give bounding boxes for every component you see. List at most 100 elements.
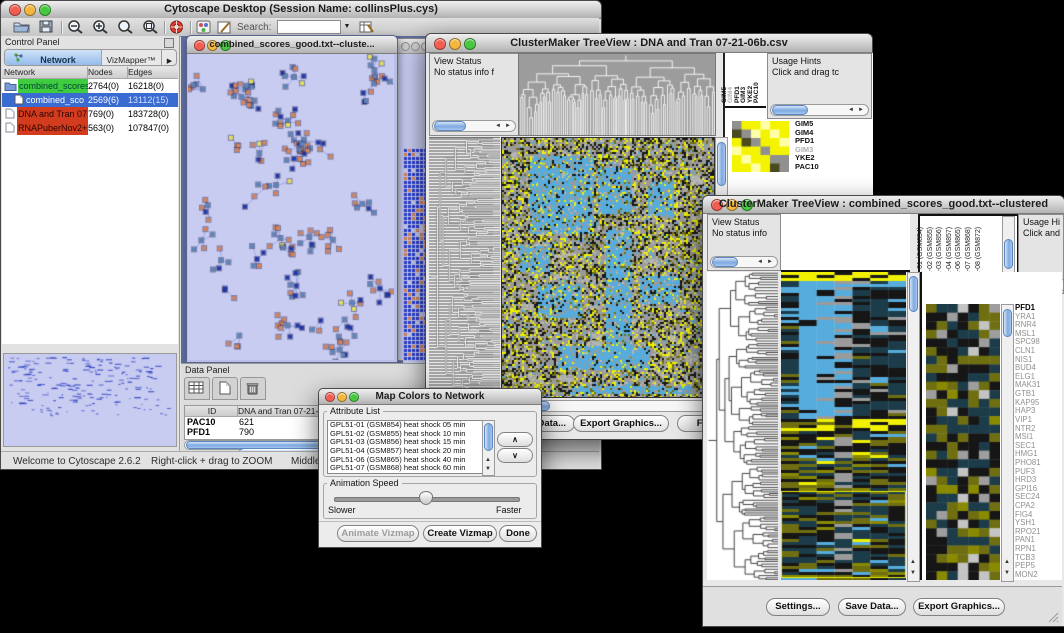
scroll-up-icon[interactable]: ▲	[1004, 559, 1010, 565]
col-id[interactable]: ID	[185, 406, 238, 416]
network-name: combined_scores	[18, 79, 88, 93]
tab-vizmapper[interactable]: VizMapper™	[101, 50, 161, 65]
table-row[interactable]: DNA and Tran 07 769(0) 183728(0)	[2, 107, 178, 121]
network-table: Network Nodes Edges combined_scores 2764…	[2, 67, 178, 344]
tv2-button-bar: Settings... Save Data... Export Graphics…	[703, 586, 1062, 626]
new-attribute-icon[interactable]	[212, 377, 238, 400]
tv1-heatmap-canvas[interactable]	[501, 137, 715, 398]
scroll-left-icon[interactable]: ◄	[848, 107, 854, 113]
scroll-left-icon[interactable]: ◄	[495, 123, 501, 129]
col-nodes[interactable]: Nodes	[86, 67, 128, 78]
network-name: combined_sco	[26, 93, 86, 107]
tv2-zoom-heatmap-canvas[interactable]	[926, 304, 1000, 580]
tv1-status-scrollbar[interactable]: ◄ ►	[432, 120, 516, 132]
tv2-view-status-panel: View Status No status info ◄ ►	[707, 214, 781, 271]
tv2-usage-hints-text: Click and	[1023, 228, 1060, 238]
scroll-down-icon[interactable]: ▼	[1004, 570, 1010, 576]
main-titlebar[interactable]: Cytoscape Desktop (Session Name: collins…	[1, 1, 601, 19]
col-edges[interactable]: Edges	[126, 67, 180, 78]
network-view-canvas[interactable]	[188, 54, 394, 360]
attribute-select-icon[interactable]	[184, 377, 210, 400]
scroll-up-icon[interactable]: ▲	[910, 559, 916, 565]
scroll-down-icon[interactable]: ▼	[910, 570, 916, 576]
control-panel-tabs: Network VizMapper™ ▶	[4, 49, 177, 66]
scroll-down-icon[interactable]: ▼	[485, 466, 491, 472]
treeview2-titlebar[interactable]: ClusterMaker TreeView : combined_scores_…	[703, 196, 1064, 214]
tv2-heatmap-canvas[interactable]	[781, 272, 906, 580]
tv1-usage-hints-title: Usage Hints	[772, 56, 821, 66]
scroll-right-icon[interactable]: ►	[505, 123, 511, 129]
tv1-mini-heatmap-canvas[interactable]	[732, 121, 789, 172]
network-nodes: 2569(6)	[88, 93, 119, 107]
network-view-window[interactable]: combined_scores_good.txt--cluste...	[186, 35, 398, 363]
search-input[interactable]	[277, 20, 341, 34]
tv2-zoom-scrollbar[interactable]: ▲ ▼	[1001, 304, 1014, 582]
caret-up-icon: ∧	[512, 435, 518, 444]
minimize-icon[interactable]	[411, 42, 420, 51]
animation-speed-label: Animation Speed	[327, 478, 402, 488]
tv2-gene-labels: PFD1YRA1RNR4MSL1SPC98CLN1NIS1BUD4ELG1MAK…	[1015, 304, 1061, 580]
scrollbar-thumb[interactable]	[1003, 309, 1012, 337]
scrollbar-thumb[interactable]	[1004, 239, 1013, 269]
close-icon[interactable]	[401, 42, 410, 51]
scrollbar-thumb[interactable]	[772, 105, 808, 115]
move-down-button[interactable]: ∨	[497, 448, 533, 463]
tv2-export-graphics-button[interactable]: Export Graphics...	[913, 598, 1005, 616]
attribute-list-scrollbar[interactable]: ▲ ▼	[482, 420, 495, 476]
tv1-export-graphics-button[interactable]: Export Graphics...	[573, 415, 669, 432]
tv1-view-status-text: No status info f	[434, 67, 494, 77]
network-table-header[interactable]: Network Nodes Edges	[2, 67, 178, 79]
tv2-settings-label: Settings...	[775, 601, 820, 612]
attribute-item[interactable]: GPL51-07 (GSM868) heat shock 60 min	[330, 464, 482, 473]
network-nodes: 563(0)	[88, 121, 114, 135]
network-name: DNA and Tran 07	[17, 107, 88, 121]
scrollbar-thumb[interactable]	[717, 142, 726, 186]
tv2-save-data-label: Save Data...	[845, 601, 898, 612]
tv2-save-data-button[interactable]: Save Data...	[838, 598, 906, 616]
float-panel-icon[interactable]	[164, 38, 174, 48]
treeview1-titlebar[interactable]: ClusterMaker TreeView : DNA and Tran 07-…	[426, 34, 872, 53]
col-network[interactable]: Network	[2, 67, 88, 78]
tv1-view-status-panel: View Status No status info f ◄ ►	[429, 53, 519, 136]
resize-grip-icon[interactable]	[1047, 611, 1059, 623]
table-row-selected[interactable]: combined_sco 2569(6) 13112(15)	[2, 93, 178, 107]
scrollbar-thumb[interactable]	[909, 276, 918, 312]
network-view-titlebar[interactable]: combined_scores_good.txt--cluste...	[187, 36, 397, 54]
done-button[interactable]: Done	[499, 525, 537, 542]
tv1-hints-scrollbar[interactable]: ◄ ►	[770, 104, 869, 116]
document-icon	[5, 122, 15, 133]
create-vizmap-button[interactable]: Create Vizmap	[423, 525, 497, 542]
tv1-usage-hints-text: Click and drag tc	[772, 67, 839, 77]
scroll-right-icon[interactable]: ►	[858, 107, 864, 113]
tv2-status-scrollbar[interactable]: ◄ ►	[710, 256, 778, 268]
dialog-titlebar[interactable]: Map Colors to Network	[319, 389, 541, 405]
tab-network[interactable]: Network	[5, 50, 102, 65]
scrollbar-thumb[interactable]	[484, 423, 493, 451]
animate-vizmap-button[interactable]: Animate Vizmap	[337, 525, 419, 542]
scrollbar-thumb[interactable]	[434, 121, 466, 131]
folder-icon	[4, 81, 17, 91]
treeview2-title: ClusterMaker TreeView : combined_scores_…	[703, 198, 1064, 210]
tab-overflow-button[interactable]: ▶	[161, 50, 177, 65]
tv2-usage-hints-title: Usage Hi	[1023, 217, 1060, 227]
main-window-title: Cytoscape Desktop (Session Name: collins…	[1, 3, 601, 15]
status-zoom-hint: Right-click + drag to ZOOM	[151, 456, 272, 467]
network-name: RNAPuberNov2+	[17, 121, 88, 135]
tv1-row-dendrogram-canvas[interactable]	[429, 137, 500, 397]
attribute-listbox[interactable]: GPL51-01 (GSM854) heat shock 05 minGPL51…	[327, 420, 483, 474]
tv1-column-dendrogram-canvas[interactable]	[518, 53, 716, 136]
tv2-vscrollbar[interactable]: ▲ ▼	[907, 272, 920, 582]
move-up-button[interactable]: ∧	[497, 432, 533, 447]
tv2-row-dendrogram-canvas[interactable]	[707, 272, 778, 580]
search-dropdown-icon[interactable]: ▼	[341, 20, 353, 34]
scroll-up-icon[interactable]: ▲	[485, 457, 491, 463]
scrollbar-thumb[interactable]	[712, 257, 738, 267]
table-row[interactable]: RNAPuberNov2+ 563(0) 107847(0)	[2, 121, 178, 135]
table-row[interactable]: combined_scores 2764(0) 16218(0)	[2, 79, 178, 93]
row-id: PFD1	[187, 427, 210, 438]
scroll-left-icon[interactable]: ◄	[757, 259, 763, 265]
tv2-settings-button[interactable]: Settings...	[766, 598, 830, 616]
scroll-right-icon[interactable]: ►	[767, 259, 773, 265]
network-overview-thumbnail[interactable]	[3, 353, 177, 447]
trash-icon[interactable]	[240, 377, 266, 400]
